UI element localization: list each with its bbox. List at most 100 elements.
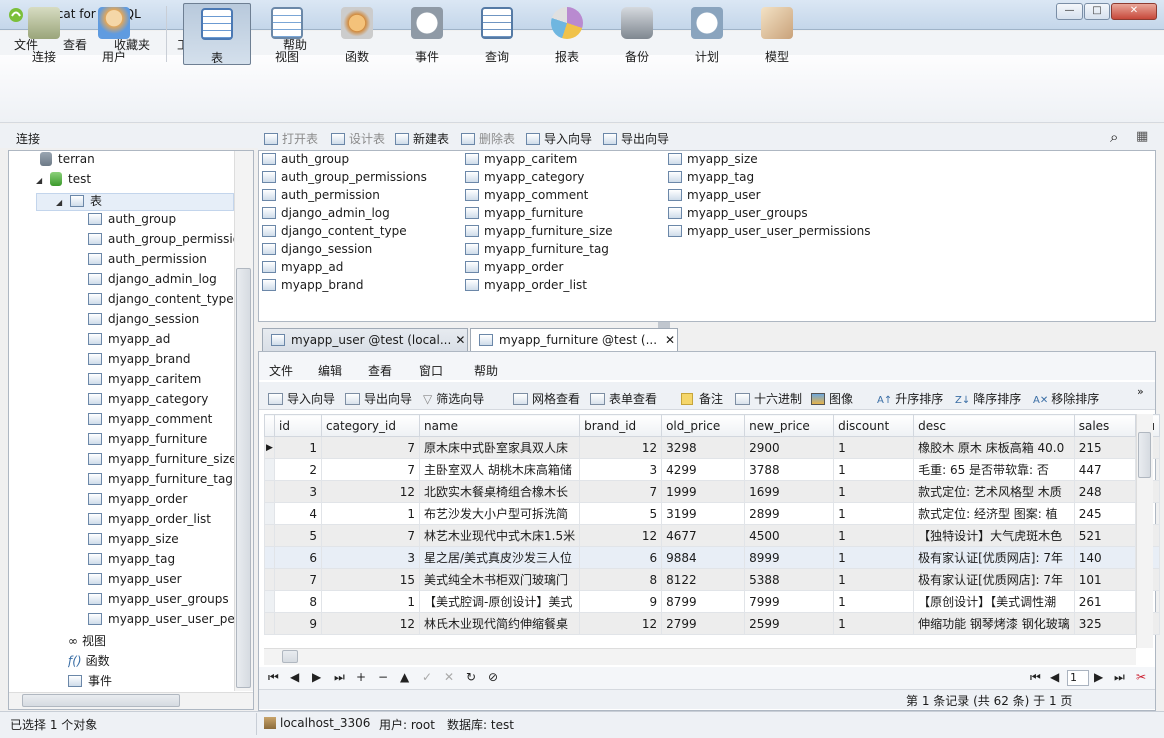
table-cell[interactable]: 4677 xyxy=(661,524,746,547)
tree-table-item[interactable]: django_admin_log xyxy=(88,272,234,292)
grid-hscroll-thumb[interactable] xyxy=(282,650,298,663)
tree-conn-test[interactable]: ◢ test xyxy=(36,172,264,192)
table-cell[interactable]: 261 xyxy=(1073,590,1136,613)
new-table-button[interactable]: 新建表 xyxy=(395,130,449,147)
image-button[interactable]: 图像 xyxy=(811,390,853,407)
table-cell[interactable]: 6 xyxy=(579,546,663,569)
table-cell[interactable]: 3 xyxy=(579,458,663,481)
table-cell[interactable]: 1699 xyxy=(744,480,835,503)
object-table-item[interactable]: django_session xyxy=(262,242,372,256)
memo-button[interactable]: 备注 xyxy=(681,390,723,407)
table-cell[interactable]: 12 xyxy=(579,612,663,635)
table-cell[interactable]: 325 xyxy=(1073,612,1136,635)
table-cell[interactable]: 1 xyxy=(274,436,322,459)
column-header[interactable]: new_price xyxy=(744,414,835,437)
tree-table-item[interactable]: myapp_furniture xyxy=(88,432,234,452)
grid-menu-edit[interactable]: 编辑 xyxy=(318,362,342,379)
object-table-item[interactable]: myapp_order xyxy=(465,260,563,274)
row-indicator[interactable] xyxy=(264,546,275,569)
table-cell[interactable]: 8 xyxy=(274,590,322,613)
settings-tools-icon[interactable]: ✂ xyxy=(1136,670,1146,684)
grid-menu-view[interactable]: 查看 xyxy=(368,362,392,379)
table-cell[interactable]: 7 xyxy=(579,480,663,503)
grid-menu-help[interactable]: 帮助 xyxy=(474,362,498,379)
table-row[interactable]: 7 15 美式纯全木书柜双门玻璃门 8 8122 5388 1 极有家认证[优质网店]: 7年… xyxy=(264,568,1160,591)
grid-import-button[interactable]: 导入向导 xyxy=(268,390,335,407)
table-cell[interactable]: 4299 xyxy=(661,458,746,481)
column-header[interactable]: name xyxy=(418,414,581,437)
object-table-item[interactable]: myapp_brand xyxy=(262,278,364,292)
tree-table-item[interactable]: myapp_user xyxy=(88,572,234,592)
last-record-button[interactable]: ⏭ xyxy=(334,670,345,685)
table-cell[interactable]: 毛重: 65 是否带软靠: 否 xyxy=(913,458,1075,481)
tree-table-item[interactable]: myapp_furniture_tag xyxy=(88,472,234,492)
table-cell[interactable]: 12 xyxy=(321,612,420,635)
collapse-arrow-icon[interactable]: ◢ xyxy=(56,198,70,207)
object-table-item[interactable]: auth_group_permissions xyxy=(262,170,427,184)
table-cell[interactable]: 4500 xyxy=(744,524,835,547)
apply-button[interactable]: ✓ xyxy=(422,670,432,684)
tree-table-item[interactable]: django_session xyxy=(88,312,234,332)
table-cell[interactable]: 2799 xyxy=(661,612,746,635)
table-row[interactable]: 5 7 林艺木业现代中式木床1.5米 12 4677 4500 1 【独特设计】大气虎斑木色 5… xyxy=(264,524,1160,547)
grid-horizontal-scrollbar[interactable] xyxy=(264,648,1136,665)
table-cell[interactable]: 4 xyxy=(274,502,322,525)
row-indicator[interactable] xyxy=(264,568,275,591)
row-indicator[interactable] xyxy=(264,502,275,525)
table-cell[interactable]: 12 xyxy=(321,480,420,503)
first-record-button[interactable]: ⏮ xyxy=(268,670,279,685)
table-cell[interactable]: 9 xyxy=(579,590,663,613)
page-first-button[interactable]: ⏮ xyxy=(1030,670,1041,685)
column-header[interactable]: id xyxy=(274,414,322,437)
open-table-button[interactable]: 打开表 xyxy=(264,130,318,147)
table-cell[interactable]: 447 xyxy=(1073,458,1136,481)
table-cell[interactable]: 521 xyxy=(1073,524,1136,547)
column-header[interactable]: brand_id xyxy=(579,414,663,437)
tree-table-item[interactable]: myapp_category xyxy=(88,392,234,412)
tree-table-item[interactable]: myapp_brand xyxy=(88,352,234,372)
connect-button[interactable]: 连接 xyxy=(10,3,78,65)
table-cell[interactable]: 6 xyxy=(274,546,322,569)
tree-table-item[interactable]: myapp_size xyxy=(88,532,234,552)
tab-close-icon[interactable]: ✕ xyxy=(455,333,465,347)
table-cell[interactable]: 3788 xyxy=(744,458,835,481)
hex-button[interactable]: 十六进制 xyxy=(735,390,802,407)
table-cell[interactable]: 主卧室双人 胡桃木床高箱储 xyxy=(418,458,581,481)
prev-record-button[interactable]: ◀ xyxy=(290,670,299,684)
table-cell[interactable]: 【美式腔调-原创设计】美式 xyxy=(418,590,581,613)
next-record-button[interactable]: ▶ xyxy=(312,670,321,684)
row-indicator[interactable] xyxy=(264,480,275,503)
tree-table-item[interactable]: myapp_order xyxy=(88,492,234,512)
table-row[interactable]: 8 1 【美式腔调-原创设计】美式 9 8799 7999 1 【原创设计】【美式调性潮 261 xyxy=(264,590,1160,613)
collapse-arrow-icon[interactable]: ◢ xyxy=(36,176,50,185)
object-table-item[interactable]: myapp_tag xyxy=(668,170,754,184)
export-wizard-button[interactable]: 导出向导 xyxy=(603,130,669,147)
table-cell[interactable]: 12 xyxy=(579,436,663,459)
object-table-item[interactable]: auth_permission xyxy=(262,188,380,202)
table-cell[interactable]: 1 xyxy=(833,590,915,613)
table-cell[interactable]: 215 xyxy=(1073,436,1136,459)
table-cell[interactable]: 1 xyxy=(833,458,915,481)
user-button[interactable]: 用户 xyxy=(80,3,148,65)
object-table-item[interactable]: myapp_user xyxy=(668,188,761,202)
grid-menu-file[interactable]: 文件 xyxy=(269,362,293,379)
table-cell[interactable]: 245 xyxy=(1073,502,1136,525)
sort-asc-button[interactable]: A↑ 升序排序 xyxy=(877,390,943,407)
object-table-item[interactable]: myapp_user_user_permissions xyxy=(668,224,871,238)
tree-table-item[interactable]: myapp_user_user_per xyxy=(88,612,234,632)
table-cell[interactable]: 1 xyxy=(833,524,915,547)
object-table-item[interactable]: myapp_ad xyxy=(262,260,343,274)
table-cell[interactable]: 15 xyxy=(321,568,420,591)
table-cell[interactable]: 5 xyxy=(274,524,322,547)
object-table-item[interactable]: myapp_furniture_tag xyxy=(465,242,609,256)
grid-export-button[interactable]: 导出向导 xyxy=(345,390,412,407)
tree-table-item[interactable]: auth_group_permissio xyxy=(88,232,234,252)
row-indicator[interactable] xyxy=(264,524,275,547)
delete-table-button[interactable]: 删除表 xyxy=(461,130,515,147)
filter-wizard-button[interactable]: ▽ 筛选向导 xyxy=(423,390,484,407)
table-cell[interactable]: 7 xyxy=(274,568,322,591)
form-view-button[interactable]: 表单查看 xyxy=(590,390,657,407)
table-cell[interactable]: 布艺沙发大小户型可拆洗简 xyxy=(418,502,581,525)
object-table-item[interactable]: myapp_furniture_size xyxy=(465,224,613,238)
table-cell[interactable]: 【原创设计】【美式调性潮 xyxy=(913,590,1075,613)
